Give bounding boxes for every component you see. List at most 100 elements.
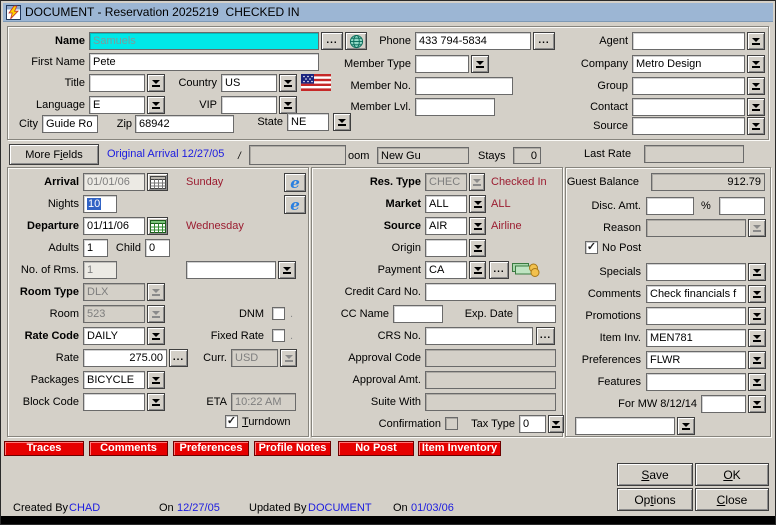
item-inv-field[interactable]: MEN781 [646,329,746,347]
dnm-checkbox[interactable] [272,307,285,320]
city-field[interactable]: Guide Ro [42,115,98,133]
acct-bottom-combo-field[interactable] [575,417,675,435]
country-field[interactable]: US [221,74,277,92]
country-dropdown-button[interactable] [279,74,297,92]
features-field[interactable] [646,373,746,391]
source-field[interactable] [632,117,745,135]
preferences-dropdown-button[interactable] [748,351,766,369]
title-field[interactable] [89,74,145,92]
packages-dropdown-button[interactable] [147,371,165,389]
title-dropdown-button[interactable] [147,74,165,92]
specials-dropdown-button[interactable] [748,263,766,281]
packages-field[interactable]: BICYCLE [83,371,145,389]
no-post-checkbox[interactable] [585,241,598,254]
departure-field[interactable]: 01/11/06 [83,217,145,235]
block-code-dropdown-button[interactable] [147,393,165,411]
no-post-button[interactable]: No Post [338,441,414,456]
preferences-field[interactable]: FLWR [646,351,746,369]
ok-button[interactable]: OK [695,463,769,486]
company-field[interactable]: Metro Design [632,55,745,73]
rate-refresh-button-2[interactable]: e [284,195,306,214]
approval-amt-field [425,371,556,389]
credit-card-field[interactable] [425,283,556,301]
for-mw-dropdown-button[interactable] [748,395,766,413]
rate-refresh-button-1[interactable]: e [284,173,306,192]
comments-button[interactable]: Comments [89,441,168,456]
first-name-field[interactable]: Pete [89,53,319,71]
traces-button[interactable]: Traces [4,441,84,456]
close-button[interactable]: Close [695,488,769,511]
state-field[interactable]: NE [287,113,329,131]
zip-field[interactable]: 68942 [135,115,234,133]
adults-field[interactable]: 1 [83,239,108,257]
crs-no-field[interactable] [425,327,533,345]
state-dropdown-button[interactable] [333,113,351,131]
arrival-calendar-button[interactable] [147,173,168,191]
group-dropdown-button[interactable] [747,77,765,95]
rate-browse-button[interactable]: ... [169,349,188,367]
turndown-checkbox[interactable] [225,415,238,428]
stay-unlabeled-combo-field[interactable] [186,261,276,279]
member-type-dropdown-button[interactable] [471,55,489,73]
comments-field[interactable]: Check financials f [646,285,746,303]
promotions-field[interactable] [646,307,746,325]
specials-field[interactable] [646,263,746,281]
crs-browse-button[interactable]: ... [536,327,555,345]
name-field[interactable]: Samuels [89,32,319,50]
exp-date-field[interactable] [517,305,556,323]
agent-dropdown-button[interactable] [747,32,765,50]
more-fields-button[interactable]: More Fields [9,144,99,165]
company-dropdown-button[interactable] [747,55,765,73]
for-mw-field[interactable] [701,395,746,413]
fixed-rate-checkbox[interactable] [272,329,285,342]
tax-type-dropdown-button[interactable] [548,415,564,433]
payment-dropdown-button[interactable] [469,261,486,279]
child-field[interactable]: 0 [145,239,170,257]
group-field[interactable] [632,77,745,95]
contact-field[interactable] [632,98,745,116]
origin-field[interactable] [425,239,467,257]
title-bar[interactable]: DOCUMENT - Reservation 2025219 CHECKED I… [3,3,773,22]
vip-dropdown-button[interactable] [279,96,297,114]
stay-unlabeled-combo-dropdown-button[interactable] [278,261,296,279]
departure-calendar-button[interactable] [147,217,168,235]
rate-field[interactable]: 275.00 [83,349,167,367]
profile-notes-button[interactable]: Profile Notes [254,441,331,456]
promotions-dropdown-button[interactable] [748,307,766,325]
vip-field[interactable] [221,96,277,114]
res-source-dropdown-button[interactable] [469,217,486,235]
cc-name-field[interactable] [393,305,443,323]
language-dropdown-button[interactable] [147,96,165,114]
acct-bottom-combo-dropdown-button[interactable] [677,417,695,435]
block-code-field[interactable] [83,393,145,411]
source-dropdown-button[interactable] [747,117,765,135]
member-type-field[interactable] [415,55,469,73]
market-dropdown-button[interactable] [469,195,486,213]
payment-field[interactable]: CA [425,261,467,279]
approval-amt-label: Approval Amt. [315,374,421,387]
contact-dropdown-button[interactable] [747,98,765,116]
disc-percent-field[interactable] [719,197,765,215]
nights-field[interactable]: 10 [83,195,117,213]
res-source-field[interactable]: AIR [425,217,467,235]
rate-code-field[interactable]: DAILY [83,327,145,345]
payment-browse-button[interactable]: ... [489,261,509,279]
preferences-button[interactable]: Preferences [173,441,249,456]
agent-field[interactable] [632,32,745,50]
item-inv-dropdown-button[interactable] [748,329,766,347]
phone-field[interactable]: 433 794-5834 [415,32,531,50]
comments-dropdown-button[interactable] [748,285,766,303]
disc-amt-field[interactable] [646,197,694,215]
market-field[interactable]: ALL [425,195,467,213]
tax-type-field[interactable]: 0 [519,415,546,433]
member-lvl-field[interactable] [415,98,495,116]
rate-code-dropdown-button[interactable] [147,327,165,345]
specials-label: Specials [571,266,641,279]
origin-dropdown-button[interactable] [469,239,486,257]
options-button[interactable]: Options [617,488,693,511]
member-no-field[interactable] [415,77,513,95]
item-inventory-button[interactable]: Item Inventory [418,441,501,456]
save-button[interactable]: Save [617,463,693,486]
features-dropdown-button[interactable] [748,373,766,391]
language-field[interactable]: E [89,96,145,114]
